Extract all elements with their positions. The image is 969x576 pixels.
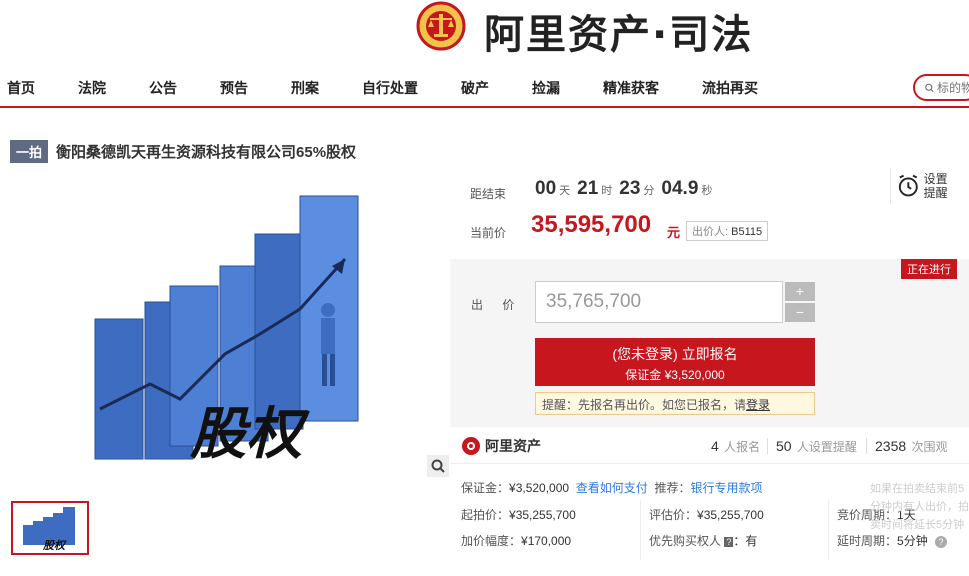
countdown-minutes: 23 <box>619 178 641 199</box>
nav-rebuy[interactable]: 流拍再买 <box>702 78 758 98</box>
hours-unit: 时 <box>601 185 613 197</box>
current-price-label: 当前价 <box>470 226 507 240</box>
nav-preview[interactable]: 预告 <box>220 78 248 98</box>
nav-bargain[interactable]: 捡漏 <box>532 78 560 98</box>
countdown-hours: 21 <box>577 178 599 199</box>
delay-label: 延时周期： <box>837 534 898 548</box>
priority-row: 优先购买权人 ? ：有 <box>649 532 757 549</box>
current-price: 35,595,700 <box>531 211 652 238</box>
bidder-badge: 出价人: B5115 <box>686 221 769 241</box>
search-input[interactable] <box>937 80 969 95</box>
faded-tooltip-text: 如果在拍卖结束前5分钟内有人出价，拍卖时间将延长5分钟 <box>870 483 969 531</box>
eval-price-label: 评估价： <box>649 508 698 522</box>
bidder-id: B5115 <box>731 226 763 238</box>
days-unit: 天 <box>559 185 571 197</box>
tip-text: 提醒：先报名再出价。如您已报名，请 <box>542 398 747 412</box>
reminder-label: 设置提醒 <box>923 172 948 200</box>
bank-payment-link[interactable]: 银行专用款项 <box>690 481 762 495</box>
column-divider <box>828 500 829 560</box>
column-divider <box>640 500 641 560</box>
price-unit: 元 <box>667 225 681 240</box>
recommend-label: 推荐： <box>654 481 691 495</box>
reminder-count: 50 人设置提醒 <box>776 438 857 455</box>
magnifier-icon <box>431 459 445 473</box>
how-to-pay-link[interactable]: 查看如何支付 <box>576 481 648 495</box>
start-price-row: 起拍价：¥35,255,700 <box>461 506 576 523</box>
login-link[interactable]: 登录 <box>746 398 770 412</box>
bid-label: 出 价 <box>471 298 523 312</box>
image-thumbnail[interactable]: 股权 <box>11 501 89 555</box>
image-caption: 股权 <box>190 401 302 467</box>
zoom-button[interactable] <box>427 455 449 477</box>
countdown-label: 距结束 <box>470 187 507 201</box>
register-button-label: (您未登录) 立即报名 <box>612 346 738 362</box>
countdown-timer: 00 天 21 时 23 分 04.9 秒 <box>535 178 716 200</box>
signup-text: 人报名 <box>724 440 761 454</box>
increment-value: ¥170,000 <box>521 534 572 548</box>
reminder-number: 50 <box>776 438 792 454</box>
nav-self-disposal[interactable]: 自行处置 <box>362 78 418 98</box>
main-item-image[interactable]: 股权 <box>10 184 450 478</box>
thumbnail-caption: 股权 <box>43 540 65 552</box>
bidder-label: 出价人: <box>692 226 729 238</box>
nav-court[interactable]: 法院 <box>78 78 106 98</box>
eval-price-value: ¥35,255,700 <box>697 508 764 522</box>
bid-amount-input[interactable] <box>535 281 783 323</box>
signup-number: 4 <box>711 438 719 454</box>
reminder-text: 人设置提醒 <box>796 440 857 454</box>
register-button[interactable]: (您未登录) 立即报名 保证金 ¥3,520,000 <box>535 338 815 386</box>
priority-label: 优先购买权人 <box>649 534 722 548</box>
nav-precise-leads[interactable]: 精准获客 <box>603 78 659 98</box>
minutes-unit: 分 <box>643 185 655 197</box>
countdown-seconds: 04.9 <box>661 178 699 199</box>
page-title: 衡阳桑德凯天再生资源科技有限公司65%股权 <box>56 144 357 161</box>
countdown-days: 00 <box>535 178 557 199</box>
start-price-label: 起拍价： <box>461 508 510 522</box>
item-title-row: 一拍 衡阳桑德凯天再生资源科技有限公司65%股权 <box>10 140 356 163</box>
view-count: 2358 次围观 <box>875 438 948 455</box>
alarm-clock-icon <box>898 174 918 197</box>
signup-count: 4 人报名 <box>711 438 760 455</box>
seconds-unit: 秒 <box>701 185 713 197</box>
decrease-bid-button[interactable]: − <box>785 303 815 322</box>
eval-price-row: 评估价：¥35,255,700 <box>649 506 764 523</box>
status-badge: 正在进行 <box>901 259 957 279</box>
deposit-note: 保证金 ¥3,520,000 <box>625 368 725 382</box>
increase-bid-button[interactable]: + <box>785 282 815 301</box>
nav-bankruptcy[interactable]: 破产 <box>461 78 489 98</box>
view-number: 2358 <box>875 438 907 454</box>
priority-value: ：有 <box>733 534 758 548</box>
deposit-row: 保证金：¥3,520,000 查看如何支付 推荐：银行专用款项 <box>461 479 762 496</box>
view-text: 次围观 <box>911 440 948 454</box>
start-price-value: ¥35,255,700 <box>509 508 576 522</box>
details-divider <box>450 463 969 464</box>
stats-divider <box>866 438 867 454</box>
delay-row: 延时周期：5分钟 ? <box>837 532 948 549</box>
stats-divider <box>767 438 768 454</box>
delay-value: 5分钟 <box>897 534 928 548</box>
login-tip: 提醒：先报名再出价。如您已报名，请登录 <box>535 392 815 415</box>
increment-label: 加价幅度： <box>461 534 522 548</box>
search-icon <box>925 83 934 92</box>
set-reminder-button[interactable]: 设置提醒 <box>890 168 950 204</box>
delay-help-icon[interactable]: ? <box>935 536 948 548</box>
ali-logo-text: 阿里资产 <box>485 438 541 454</box>
ali-logo-icon <box>462 437 480 455</box>
main-nav: 首页 法院 公告 预告 刑案 自行处置 破产 捡漏 精准获客 流拍再买 <box>0 70 969 108</box>
court-seal-logo <box>416 0 466 52</box>
deposit-value: ¥3,520,000 <box>509 481 570 495</box>
nav-home[interactable]: 首页 <box>7 78 35 98</box>
auction-round-tag: 一拍 <box>10 140 49 163</box>
increment-row: 加价幅度：¥170,000 <box>461 532 571 549</box>
ali-assets-logo: 阿里资产 <box>461 436 541 456</box>
nav-criminal[interactable]: 刑案 <box>291 78 319 98</box>
brand-title: 阿里资产·司法 <box>484 12 754 58</box>
nav-notice[interactable]: 公告 <box>149 78 177 98</box>
deposit-label: 保证金： <box>461 481 510 495</box>
search-box[interactable] <box>913 74 969 101</box>
